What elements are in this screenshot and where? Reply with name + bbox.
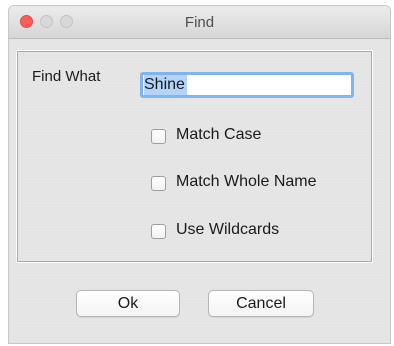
- use-wildcards-checkbox[interactable]: [151, 224, 166, 239]
- match-whole-name-label[interactable]: Match Whole Name: [176, 173, 317, 191]
- use-wildcards-label[interactable]: Use Wildcards: [176, 221, 279, 239]
- ok-button[interactable]: Ok: [76, 290, 180, 317]
- find-what-input[interactable]: Shine: [140, 72, 354, 98]
- title-bar[interactable]: Find: [9, 6, 390, 39]
- match-whole-name-checkbox[interactable]: [151, 176, 166, 191]
- find-what-label: Find What: [32, 68, 101, 85]
- match-case-label[interactable]: Match Case: [176, 126, 261, 144]
- cancel-button[interactable]: Cancel: [208, 290, 314, 317]
- find-what-value: Shine: [144, 75, 187, 95]
- window-title: Find: [184, 14, 215, 31]
- match-case-checkbox[interactable]: [151, 129, 166, 144]
